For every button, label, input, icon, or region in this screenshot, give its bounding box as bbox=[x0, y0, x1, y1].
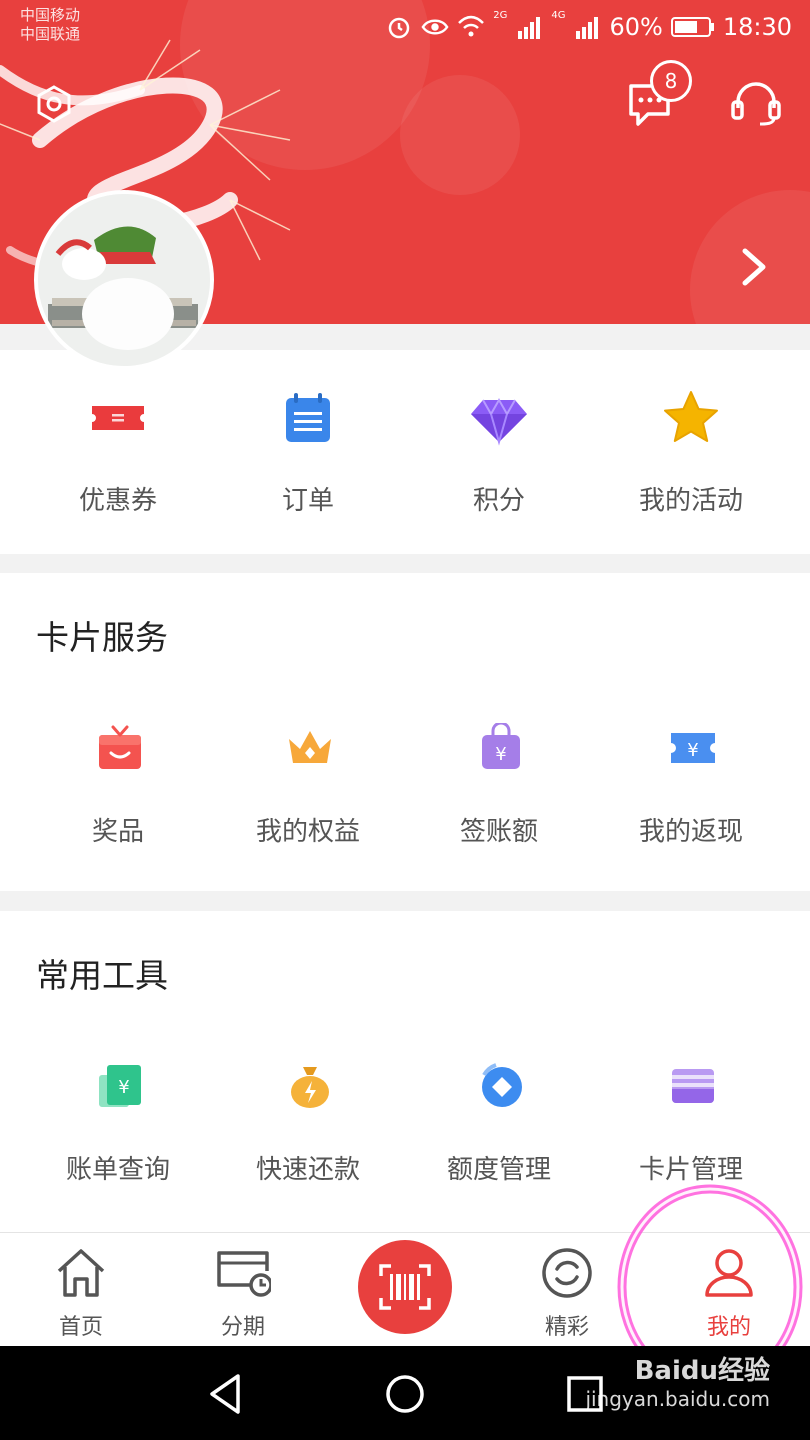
watermark-brand: Baidu经验 bbox=[634, 1356, 770, 1386]
quick-action-label: 积分 bbox=[472, 486, 525, 516]
service-item-prizes[interactable]: 奖品 bbox=[23, 723, 213, 873]
alarm-icon bbox=[385, 13, 413, 41]
tool-item-card-manage[interactable]: 卡片管理 bbox=[596, 1061, 786, 1211]
quick-action-orders[interactable]: 订单 bbox=[213, 350, 403, 554]
quick-action-label: 我的活动 bbox=[638, 486, 743, 516]
credit-limit-icon bbox=[482, 1063, 522, 1107]
back-icon[interactable] bbox=[202, 1370, 250, 1418]
coupon-icon bbox=[92, 406, 144, 430]
tool-label: 卡片管理 bbox=[638, 1155, 743, 1185]
bill-query-icon: ¥ bbox=[99, 1065, 141, 1107]
tab-highlights[interactable]: 精彩 bbox=[486, 1233, 648, 1347]
customer-service-icon bbox=[731, 82, 781, 126]
quick-action-coupon[interactable]: 优惠券 bbox=[23, 350, 213, 554]
activity-star-icon bbox=[664, 391, 718, 442]
watermark: Baidu经验 jingyan.baidu.com bbox=[585, 1350, 770, 1411]
points-diamond-icon bbox=[471, 397, 527, 446]
tool-item-quick-repay[interactable]: 快速还款 bbox=[213, 1061, 403, 1211]
spend-bag-icon: ¥ bbox=[482, 723, 520, 769]
eye-comfort-icon bbox=[421, 13, 449, 41]
service-label: 我的返现 bbox=[638, 817, 743, 847]
status-bar: 中国移动 中国联通 2G 4G 60% 18:30 bbox=[0, 0, 810, 56]
service-label: 我的权益 bbox=[255, 817, 360, 847]
crown-icon bbox=[289, 731, 331, 763]
quick-action-label: 订单 bbox=[281, 486, 334, 516]
card-manage-icon bbox=[672, 1069, 714, 1103]
home-icon bbox=[57, 1249, 105, 1297]
tool-label: 账单查询 bbox=[65, 1155, 170, 1185]
quick-action-points[interactable]: 积分 bbox=[404, 350, 594, 554]
carrier-2: 中国联通 bbox=[20, 25, 81, 43]
common-tools-section: 常用工具 ¥ 账单查询 快速还款 额度管理 卡片管理 bbox=[0, 911, 810, 1232]
home-circle-icon[interactable] bbox=[381, 1370, 429, 1418]
svg-text:¥: ¥ bbox=[687, 740, 698, 761]
tab-installment[interactable]: 分期 bbox=[162, 1233, 324, 1347]
service-label: 奖品 bbox=[91, 817, 144, 847]
tab-label: 首页 bbox=[58, 1315, 103, 1340]
profile-icon bbox=[705, 1249, 753, 1297]
tab-label: 精彩 bbox=[544, 1315, 589, 1340]
service-item-my-benefits[interactable]: 我的权益 bbox=[213, 723, 403, 873]
watermark-url: jingyan.baidu.com bbox=[585, 1387, 770, 1411]
tool-item-bill-query[interactable]: ¥ 账单查询 bbox=[23, 1061, 213, 1211]
tab-home[interactable]: 首页 bbox=[0, 1233, 162, 1347]
svg-text:¥: ¥ bbox=[118, 1077, 129, 1098]
section-title: 常用工具 bbox=[36, 956, 168, 995]
battery-percent: 60% bbox=[609, 13, 663, 41]
settings-icon bbox=[37, 85, 71, 123]
service-item-spend-amount[interactable]: ¥ 签账额 bbox=[404, 723, 594, 873]
tab-profile[interactable]: 我的 bbox=[648, 1233, 810, 1347]
quick-actions-row: 优惠券 订单 积分 我的活动 bbox=[0, 350, 810, 554]
card-services-section: 卡片服务 奖品 我的权益 ¥ 签账额 ¥ 我的返现 bbox=[0, 573, 810, 891]
signal-2-icon bbox=[573, 13, 601, 41]
carrier-labels: 中国移动 中国联通 bbox=[20, 6, 80, 44]
settings-button[interactable] bbox=[30, 80, 78, 128]
highlights-icon bbox=[542, 1248, 592, 1298]
avatar-image bbox=[38, 194, 210, 366]
signal-1-icon bbox=[515, 13, 543, 41]
message-count-badge: 8 bbox=[650, 60, 692, 102]
clock: 18:30 bbox=[722, 13, 792, 41]
tool-label: 额度管理 bbox=[446, 1155, 551, 1185]
tool-label: 快速还款 bbox=[255, 1155, 360, 1185]
carrier-1: 中国移动 bbox=[20, 6, 81, 24]
installment-icon bbox=[217, 1251, 271, 1297]
tab-label: 我的 bbox=[706, 1315, 751, 1340]
signal-1-label: 2G bbox=[493, 10, 508, 21]
tool-item-credit-limit[interactable]: 额度管理 bbox=[404, 1061, 594, 1211]
cashback-ticket-icon: ¥ bbox=[671, 733, 715, 763]
quick-action-label: 优惠券 bbox=[78, 486, 157, 516]
tab-label: 分期 bbox=[220, 1315, 265, 1340]
customer-service-button[interactable] bbox=[728, 78, 784, 128]
service-item-my-cashback[interactable]: ¥ 我的返现 bbox=[596, 723, 786, 873]
section-title: 卡片服务 bbox=[36, 618, 168, 657]
quick-action-my-activities[interactable]: 我的活动 bbox=[596, 350, 786, 554]
order-icon bbox=[286, 393, 330, 442]
battery-icon bbox=[670, 13, 715, 41]
svg-text:¥: ¥ bbox=[495, 744, 506, 765]
signal-2-label: 4G bbox=[551, 10, 566, 21]
avatar[interactable] bbox=[34, 190, 214, 370]
wifi-icon bbox=[457, 13, 485, 41]
quick-repay-icon bbox=[291, 1067, 329, 1108]
chevron-right-icon[interactable] bbox=[735, 245, 771, 289]
scan-barcode-icon bbox=[379, 1264, 431, 1310]
service-label: 签账额 bbox=[459, 817, 538, 847]
scan-button[interactable] bbox=[358, 1240, 452, 1334]
gift-icon bbox=[99, 725, 141, 769]
